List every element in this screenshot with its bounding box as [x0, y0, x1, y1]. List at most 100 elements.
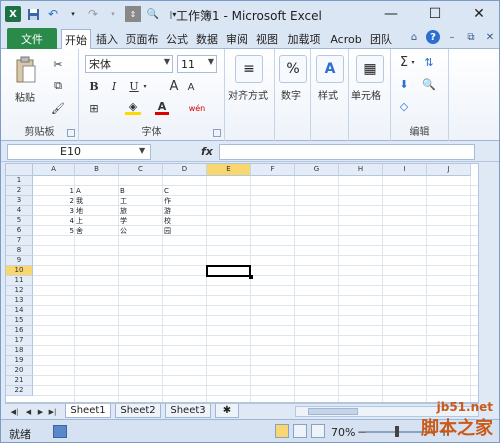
first-sheet-icon[interactable]: ◀|: [9, 406, 20, 417]
worksheet-grid[interactable]: A B C D E F G H I J 1 2 3 4 5 6 7 8 9 10 11 12 13 14 15 16 17 18 19 2…: [5, 163, 479, 403]
cells-label[interactable]: 单元格: [351, 87, 381, 102]
cell-b3[interactable]: 我: [75, 196, 119, 206]
print-preview-icon[interactable]: 🔍: [145, 6, 161, 22]
cut-icon[interactable]: ✂: [51, 57, 65, 71]
font-size-combo[interactable]: 11 ▼: [177, 55, 217, 73]
find-select-icon[interactable]: 🔍: [421, 77, 437, 91]
row-header-11[interactable]: 11: [6, 276, 33, 286]
next-sheet-icon[interactable]: ▶: [35, 406, 46, 417]
redo-dropdown-icon[interactable]: ▾: [105, 6, 121, 22]
cell-d6[interactable]: 园: [163, 226, 207, 236]
row-header-9[interactable]: 9: [6, 256, 33, 266]
row-header-5[interactable]: 5: [6, 216, 33, 226]
row-header-21[interactable]: 21: [6, 376, 33, 386]
cell-d3[interactable]: 作: [163, 196, 207, 206]
autosum-icon[interactable]: Σ: [397, 55, 411, 70]
fill-color-icon[interactable]: ◈: [125, 100, 141, 115]
active-cell-cursor[interactable]: [206, 265, 251, 277]
column-header-d[interactable]: D: [163, 164, 207, 176]
row-header-14[interactable]: 14: [6, 306, 33, 316]
styles-icon[interactable]: A: [316, 55, 344, 83]
cell-c5[interactable]: 学: [119, 216, 163, 226]
styles-label[interactable]: 样式: [318, 87, 338, 102]
alignment-label[interactable]: 对齐方式: [228, 87, 268, 102]
column-header-h[interactable]: H: [339, 164, 383, 176]
cell-b4[interactable]: 地: [75, 206, 119, 216]
font-name-dropdown-icon[interactable]: ▼: [164, 57, 170, 66]
row-header-18[interactable]: 18: [6, 346, 33, 356]
select-all-corner[interactable]: [6, 164, 33, 176]
column-header-g[interactable]: G: [295, 164, 339, 176]
row-header-12[interactable]: 12: [6, 286, 33, 296]
column-header-c[interactable]: C: [119, 164, 163, 176]
tab-review[interactable]: 审阅: [223, 29, 251, 49]
last-sheet-icon[interactable]: ▶|: [47, 406, 58, 417]
zoom-slider-knob[interactable]: [395, 426, 399, 437]
sheet-tab-sheet3[interactable]: Sheet3: [165, 404, 211, 418]
cell-c4[interactable]: 旅: [119, 206, 163, 216]
cell-d2[interactable]: C: [163, 186, 207, 196]
row-header-2[interactable]: 2: [6, 186, 33, 196]
row-header-20[interactable]: 20: [6, 366, 33, 376]
paste-icon[interactable]: [13, 55, 39, 85]
column-header-i[interactable]: I: [383, 164, 427, 176]
row-header-4[interactable]: 4: [6, 206, 33, 216]
name-box[interactable]: E10: [7, 144, 151, 160]
tab-file[interactable]: 文件: [7, 28, 57, 49]
alignment-icon[interactable]: ≡: [235, 55, 263, 83]
workbook-restore-icon[interactable]: ⧉: [464, 30, 478, 44]
workbook-minimize-icon[interactable]: –: [445, 30, 459, 44]
cell-a3[interactable]: 2: [33, 196, 75, 206]
format-painter-icon[interactable]: 🖌: [51, 101, 65, 115]
tab-view[interactable]: 视图: [253, 29, 281, 49]
font-name-combo[interactable]: 宋体 ▼: [85, 55, 173, 73]
undo-dropdown-icon[interactable]: ▾: [65, 6, 81, 22]
row-header-8[interactable]: 8: [6, 246, 33, 256]
font-size-dropdown-icon[interactable]: ▼: [208, 57, 214, 66]
row-header-17[interactable]: 17: [6, 336, 33, 346]
borders-icon[interactable]: ⊞: [87, 101, 101, 115]
insert-sheet-icon[interactable]: ✱: [215, 404, 239, 418]
sort-filter-icon[interactable]: ⇅: [421, 55, 437, 69]
row-header-19[interactable]: 19: [6, 356, 33, 366]
bold-button[interactable]: B: [87, 79, 101, 93]
fill-handle[interactable]: [249, 275, 253, 279]
row-header-7[interactable]: 7: [6, 236, 33, 246]
row-header-15[interactable]: 15: [6, 316, 33, 326]
paste-label[interactable]: 粘贴: [15, 89, 35, 104]
help-icon[interactable]: ?: [426, 30, 440, 44]
tab-data[interactable]: 数据: [193, 29, 221, 49]
zoom-level[interactable]: 70%: [331, 426, 355, 439]
cell-b5[interactable]: 上: [75, 216, 119, 226]
name-box-dropdown-icon[interactable]: ▼: [139, 146, 145, 155]
clipboard-expander-icon[interactable]: [67, 129, 75, 137]
macro-record-icon[interactable]: [53, 425, 67, 438]
cells-icon[interactable]: ▦: [356, 55, 384, 83]
minimize-button[interactable]: —: [369, 1, 413, 27]
save-icon[interactable]: [25, 6, 41, 22]
shrink-font-button[interactable]: A: [185, 81, 197, 93]
clear-icon[interactable]: ◇: [397, 99, 411, 113]
sheet-tab-sheet2[interactable]: Sheet2: [115, 404, 161, 418]
cell-b2[interactable]: A: [75, 186, 119, 196]
number-format-button[interactable]: %: [279, 55, 307, 83]
tab-page-layout[interactable]: 页面布: [123, 29, 161, 49]
collapse-ribbon-icon[interactable]: ⌂: [407, 30, 421, 44]
underline-button[interactable]: U: [127, 79, 141, 93]
row-header-13[interactable]: 13: [6, 296, 33, 306]
column-header-b[interactable]: B: [75, 164, 119, 176]
sort-icon[interactable]: ⇕: [125, 6, 141, 22]
cell-c2[interactable]: B: [119, 186, 163, 196]
tab-insert[interactable]: 插入: [93, 29, 121, 49]
row-header-3[interactable]: 3: [6, 196, 33, 206]
workbook-close-icon[interactable]: ✕: [483, 30, 497, 44]
close-button[interactable]: ✕: [457, 1, 499, 27]
redo-icon[interactable]: ↷: [85, 6, 101, 22]
row-header-1[interactable]: 1: [6, 176, 33, 186]
tab-acrobat[interactable]: Acrob: [327, 29, 365, 49]
column-header-j[interactable]: J: [427, 164, 471, 176]
cell-d5[interactable]: 校: [163, 216, 207, 226]
row-header-22[interactable]: 22: [6, 386, 33, 396]
number-label[interactable]: 数字: [281, 87, 301, 102]
cell-a4[interactable]: 3: [33, 206, 75, 216]
